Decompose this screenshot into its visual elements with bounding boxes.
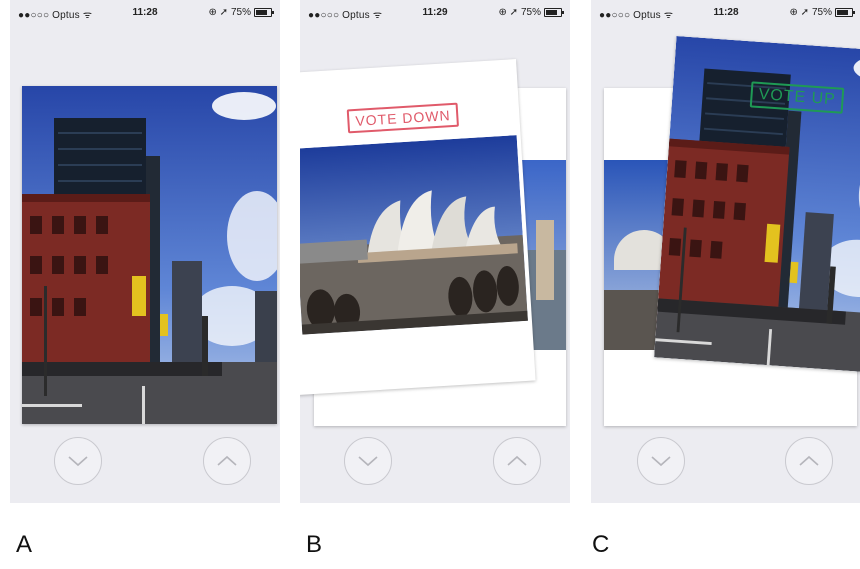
battery-icon [544, 8, 564, 17]
battery-percent: 75% [230, 7, 251, 18]
location-icon: ⊕ ➚ [789, 7, 809, 18]
photo-card-swiping[interactable]: VOTE UP [654, 36, 860, 374]
status-bar: ●●○○○ Optus ᯤ 11:29 ⊕ ➚ 75% [300, 0, 570, 22]
vote-down-button[interactable] [344, 437, 392, 485]
status-bar: ●●○○○ Optus ᯤ 11:28 ⊕ ➚ 75% [10, 0, 280, 22]
battery-indicator: ⊕ ➚ 75% [208, 7, 274, 18]
vote-down-button[interactable] [54, 437, 102, 485]
chevron-up-icon [507, 455, 527, 466]
vote-up-button[interactable] [785, 437, 833, 485]
phone-screen-c: ●●○○○ Optus ᯤ 11:28 ⊕ ➚ 75% VOTE UP [591, 0, 860, 503]
chevron-down-icon [68, 456, 88, 467]
phone-screen-b: ●●○○○ Optus ᯤ 11:29 ⊕ ➚ 75% VOTE DOWN [300, 0, 570, 503]
vote-up-button[interactable] [493, 437, 541, 485]
chevron-up-icon [799, 455, 819, 466]
chevron-down-icon [358, 456, 378, 467]
panel-label-b: B [306, 531, 323, 558]
location-icon: ⊕ ➚ [208, 7, 228, 18]
chevron-up-icon [217, 455, 237, 466]
battery-percent: 75% [811, 7, 832, 18]
photo-card-swiping[interactable]: VOTE DOWN [300, 59, 536, 395]
panel-label-a: A [16, 531, 33, 558]
photo-card[interactable] [22, 86, 277, 424]
location-icon: ⊕ ➚ [498, 7, 518, 18]
vote-up-button[interactable] [203, 437, 251, 485]
vote-down-stamp: VOTE DOWN [346, 102, 460, 134]
phone-screen-a: ●●○○○ Optus ᯤ 11:28 ⊕ ➚ 75% [10, 0, 280, 503]
opera-house-photo [300, 135, 528, 334]
city-photo [22, 86, 277, 424]
battery-icon [254, 8, 274, 17]
battery-icon [835, 8, 855, 17]
panel-label-c: C [592, 531, 610, 558]
battery-indicator: ⊕ ➚ 75% [789, 7, 855, 18]
battery-percent: 75% [520, 7, 541, 18]
vote-down-button[interactable] [637, 437, 685, 485]
status-bar: ●●○○○ Optus ᯤ 11:28 ⊕ ➚ 75% [591, 0, 860, 22]
chevron-down-icon [651, 456, 671, 467]
battery-indicator: ⊕ ➚ 75% [498, 7, 564, 18]
